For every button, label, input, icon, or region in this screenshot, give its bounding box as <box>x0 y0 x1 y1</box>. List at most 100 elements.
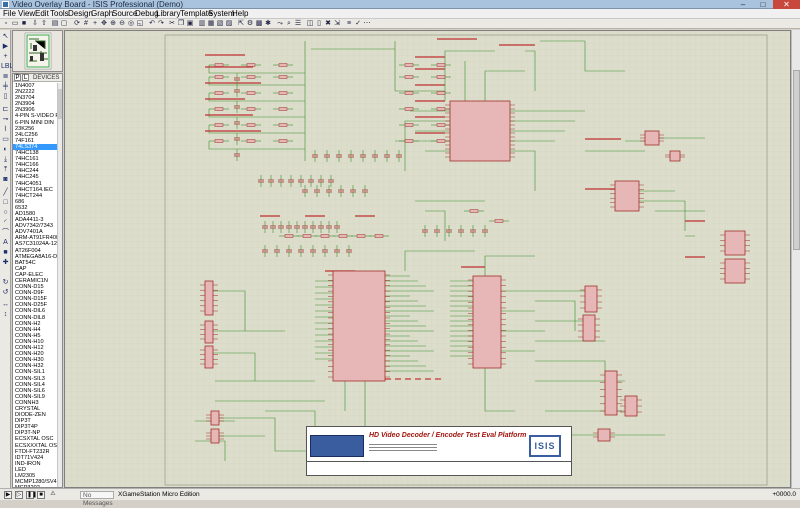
area-icon[interactable]: ▢ <box>60 20 68 28</box>
terminal-icon[interactable]: ⊏ <box>1 105 10 114</box>
buffer-ic[interactable] <box>610 180 644 212</box>
zoom-out-icon[interactable]: ⊖ <box>118 20 126 28</box>
block-delete-icon[interactable]: ▨ <box>225 20 233 28</box>
block-copy-icon[interactable]: ▥ <box>198 20 206 28</box>
line-icon[interactable]: ╱ <box>1 188 10 197</box>
device-list-item[interactable]: ECSXTAL OSC <box>13 436 57 442</box>
schematic-canvas[interactable] <box>64 30 791 488</box>
text-icon[interactable]: A <box>1 238 10 247</box>
status-messages[interactable]: No Messages <box>80 491 114 507</box>
remove-sheet-icon[interactable]: ✖ <box>324 20 332 28</box>
mirror-y-icon[interactable]: ↕ <box>1 310 10 319</box>
property-icon[interactable]: ☰ <box>294 20 302 28</box>
wire-autorouter-icon[interactable]: ⤳ <box>276 20 284 28</box>
arc-icon[interactable]: ◜ <box>1 218 10 227</box>
grid-icon[interactable]: # <box>82 20 90 28</box>
minimize-button[interactable]: – <box>733 0 753 9</box>
device-list-scrollbar[interactable] <box>57 83 62 487</box>
menu-tools[interactable]: Tools <box>50 9 69 19</box>
stop-icon[interactable]: ■ <box>37 491 45 499</box>
open-icon[interactable]: ▭ <box>11 20 19 28</box>
subcircuit-icon[interactable]: ▯ <box>1 92 10 101</box>
video-encoder-ic[interactable] <box>445 100 515 162</box>
origin-icon[interactable]: + <box>91 20 99 28</box>
device-list-item[interactable]: ATMEGA8A16-DIP 28 <box>13 254 57 260</box>
rotate-cw-icon[interactable]: ↻ <box>1 278 10 287</box>
import-icon[interactable]: ⇩ <box>31 20 39 28</box>
menu-view[interactable]: View <box>18 9 35 19</box>
library-manager-button[interactable]: L <box>22 74 29 81</box>
device-list-item[interactable]: 74HCT164.IEC <box>13 187 57 193</box>
cut-icon[interactable]: ✂ <box>168 20 176 28</box>
text-script-icon[interactable]: ≣ <box>1 72 10 81</box>
search-icon[interactable]: ⌕ <box>285 20 293 28</box>
redo-icon[interactable]: ↷ <box>157 20 165 28</box>
make-device-icon[interactable]: ⚙ <box>246 20 254 28</box>
netlist-icon[interactable]: ⋯ <box>363 20 371 28</box>
play-icon[interactable]: ▶ <box>4 491 12 499</box>
tape-icon[interactable]: ▭ <box>1 135 10 144</box>
component-mode-icon[interactable]: ▶ <box>1 42 10 51</box>
current-probe-icon[interactable]: ⤒ <box>1 165 10 174</box>
copy-icon[interactable]: ❐ <box>177 20 185 28</box>
design-explorer-icon[interactable]: ◫ <box>306 20 314 28</box>
undo-icon[interactable]: ↶ <box>148 20 156 28</box>
circle-icon[interactable]: ○ <box>1 208 10 217</box>
zoom-all-icon[interactable]: ◎ <box>127 20 135 28</box>
paste-icon[interactable]: ▣ <box>186 20 194 28</box>
path-icon[interactable]: ⌒ <box>1 228 10 237</box>
selection-mode-icon[interactable]: ↖ <box>1 32 10 41</box>
wire-label-icon[interactable]: LBL <box>1 62 13 71</box>
bus-icon[interactable]: ╪ <box>1 82 10 91</box>
canvas-vertical-scrollbar[interactable] <box>791 30 800 488</box>
decompose-icon[interactable]: ✱ <box>264 20 272 28</box>
zoom-child-icon[interactable]: ⇲ <box>333 20 341 28</box>
generator-icon[interactable]: ◐ <box>1 145 10 154</box>
marker-icon[interactable]: ✚ <box>1 258 10 267</box>
block-move-icon[interactable]: ▦ <box>207 20 215 28</box>
zoom-in-icon[interactable]: ⊕ <box>109 20 117 28</box>
erc-icon[interactable]: ✓ <box>354 20 362 28</box>
scrollbar-thumb[interactable] <box>793 70 800 250</box>
mirror-x-icon[interactable]: ↔ <box>1 300 10 309</box>
step-icon[interactable]: ▷ <box>15 491 23 499</box>
print-icon[interactable]: ▤ <box>51 20 59 28</box>
menu-graph[interactable]: Graph <box>91 9 113 19</box>
pan-icon[interactable]: ✥ <box>100 20 108 28</box>
package-icon[interactable]: ▩ <box>255 20 263 28</box>
box-icon[interactable]: □ <box>1 198 10 207</box>
graph-icon[interactable]: ⌇ <box>1 125 10 134</box>
scrollbar-thumb[interactable] <box>58 89 62 119</box>
pin-icon[interactable]: ⊸ <box>1 115 10 124</box>
junction-dot-icon[interactable]: + <box>1 52 10 61</box>
menu-edit[interactable]: Edit <box>35 9 49 19</box>
bom-icon[interactable]: ≡ <box>345 20 353 28</box>
device-list-item[interactable]: 6-PIN MINI DIN <box>13 120 57 126</box>
zoom-area-icon[interactable]: ◱ <box>136 20 144 28</box>
menu-system[interactable]: System <box>208 9 235 19</box>
pick-icon[interactable]: ⇱ <box>237 20 245 28</box>
new-icon[interactable]: ▫ <box>2 20 10 28</box>
virtual-instrument-icon[interactable]: ◙ <box>1 175 10 184</box>
rotate-ccw-icon[interactable]: ↺ <box>1 288 10 297</box>
save-icon[interactable]: ■ <box>20 20 28 28</box>
pick-devices-button[interactable]: P <box>14 74 21 81</box>
symbol-icon[interactable]: ■ <box>1 248 10 257</box>
menu-help[interactable]: Help <box>232 9 248 19</box>
device-list-item[interactable]: MCP3202 <box>13 485 57 487</box>
voltage-probe-icon[interactable]: ⤓ <box>1 155 10 164</box>
memory-ic[interactable] <box>468 275 506 369</box>
export-icon[interactable]: ⇧ <box>40 20 48 28</box>
new-sheet-icon[interactable]: ▯ <box>315 20 323 28</box>
pause-icon[interactable]: ❚❚ <box>26 491 37 499</box>
overview-window[interactable] <box>12 30 63 72</box>
video-decoder-ic[interactable] <box>328 270 390 382</box>
menu-design[interactable]: Design <box>68 9 93 19</box>
block-rotate-icon[interactable]: ▧ <box>216 20 224 28</box>
maximize-button[interactable]: □ <box>753 0 773 9</box>
menu-library[interactable]: Library <box>156 9 180 19</box>
refresh-icon[interactable]: ⟳ <box>73 20 81 28</box>
device-list-item[interactable]: 4-PIN S-VIDEO F <box>13 113 57 119</box>
menu-source[interactable]: Source <box>112 9 137 19</box>
close-button[interactable]: ✕ <box>773 0 800 9</box>
